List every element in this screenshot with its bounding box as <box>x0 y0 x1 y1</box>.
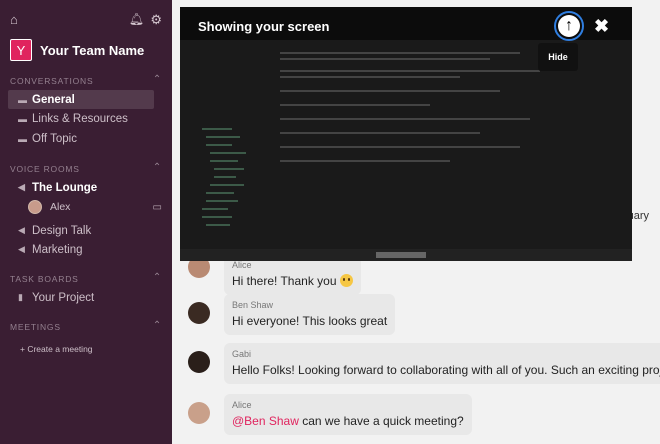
message-text: Hi there! Thank you <box>232 274 337 288</box>
sidebar-item-links-resources[interactable]: ▬ Links & Resources <box>8 109 154 128</box>
message-author: Alice <box>232 260 252 270</box>
sidebar-item-general[interactable]: ▬ General <box>8 90 154 109</box>
message-author: Gabi <box>232 349 252 359</box>
speaker-icon: ◀ <box>18 244 25 254</box>
section-label: VOICE ROOMS <box>10 164 80 174</box>
bell-icon[interactable]: 🔔︎ <box>129 12 144 26</box>
team-name: Your Team Name <box>40 42 145 58</box>
arrow-up-icon: ↑ <box>558 15 580 37</box>
speaker-icon: ◀ <box>18 225 25 235</box>
caret-up-icon[interactable]: ⌃ <box>153 320 162 331</box>
chat-icon: ▬ <box>18 113 27 124</box>
message-text: Hi everyone! This looks great <box>232 314 388 328</box>
avatar <box>188 302 210 324</box>
caret-up-icon[interactable]: ⌃ <box>153 162 162 173</box>
preview-file-tree <box>194 80 264 250</box>
message-bubble: Ben Shaw Hi everyone! This looks great <box>224 294 396 335</box>
message-author: Ben Shaw <box>232 300 274 310</box>
user-mention[interactable]: @Ben Shaw <box>232 414 299 428</box>
home-icon[interactable]: ⌂ <box>10 12 18 27</box>
create-meeting-link[interactable]: + Create a meeting <box>20 344 93 354</box>
section-label: MEETINGS <box>10 322 61 332</box>
sidebar-item-the-lounge[interactable]: ◀ The Lounge <box>8 178 154 197</box>
speaker-icon: ◀ <box>18 182 25 192</box>
gear-icon[interactable]: ⚙ <box>150 12 162 28</box>
message-bubble: Gabi Hello Folks! Looking forward to col… <box>224 343 660 384</box>
avatar <box>188 402 210 424</box>
message-text: can we have a quick meeting? <box>302 414 464 428</box>
hide-tooltip: Hide <box>538 43 578 71</box>
overlay-title: Showing your screen <box>198 19 330 34</box>
screen-share-icon: ▭ <box>152 201 162 213</box>
section-label: CONVERSATIONS <box>10 76 94 86</box>
team-header[interactable]: Y Your Team Name <box>10 38 144 62</box>
caret-up-icon[interactable]: ⌃ <box>153 272 162 283</box>
chat-icon: ▬ <box>18 94 27 105</box>
section-task-boards[interactable]: TASK BOARDS ⌃ <box>10 272 162 284</box>
section-meetings[interactable]: MEETINGS ⌃ <box>10 320 162 332</box>
sidebar-item-off-topic[interactable]: ▬ Off Topic <box>8 129 154 148</box>
section-conversations[interactable]: CONVERSATIONS ⌃ <box>10 74 162 86</box>
chat-icon: ▬ <box>18 133 27 144</box>
message-author: Alice <box>232 400 252 410</box>
message-bubble: Alice @Ben Shaw can we have a quick meet… <box>224 394 472 435</box>
smile-emoji-icon <box>339 274 353 287</box>
sidebar-item-design-talk[interactable]: ◀ Design Talk <box>8 221 154 240</box>
section-voice-rooms[interactable]: VOICE ROOMS ⌃ <box>10 162 162 174</box>
team-logo: Y <box>10 39 32 61</box>
sidebar-item-marketing[interactable]: ◀ Marketing <box>8 240 154 259</box>
avatar <box>188 351 210 373</box>
sidebar: ⌂ 🔔︎ ⚙ Y Your Team Name CONVERSATIONS ⌃ … <box>0 0 172 444</box>
sidebar-item-your-project[interactable]: ▮ Your Project <box>8 288 154 307</box>
board-icon: ▮ <box>18 292 23 302</box>
caret-up-icon[interactable]: ⌃ <box>153 74 162 85</box>
message-text: Hello Folks! Looking forward to collabor… <box>232 363 660 377</box>
shared-screen-preview <box>180 40 632 261</box>
avatar <box>28 200 42 214</box>
voice-participant-alex[interactable]: Alex ▭ <box>28 198 162 216</box>
hide-button[interactable]: ↑ <box>554 11 584 41</box>
close-icon[interactable]: ✖ <box>594 16 609 37</box>
section-label: TASK BOARDS <box>10 274 79 284</box>
sidebar-top-bar: ⌂ 🔔︎ ⚙ <box>10 12 162 28</box>
